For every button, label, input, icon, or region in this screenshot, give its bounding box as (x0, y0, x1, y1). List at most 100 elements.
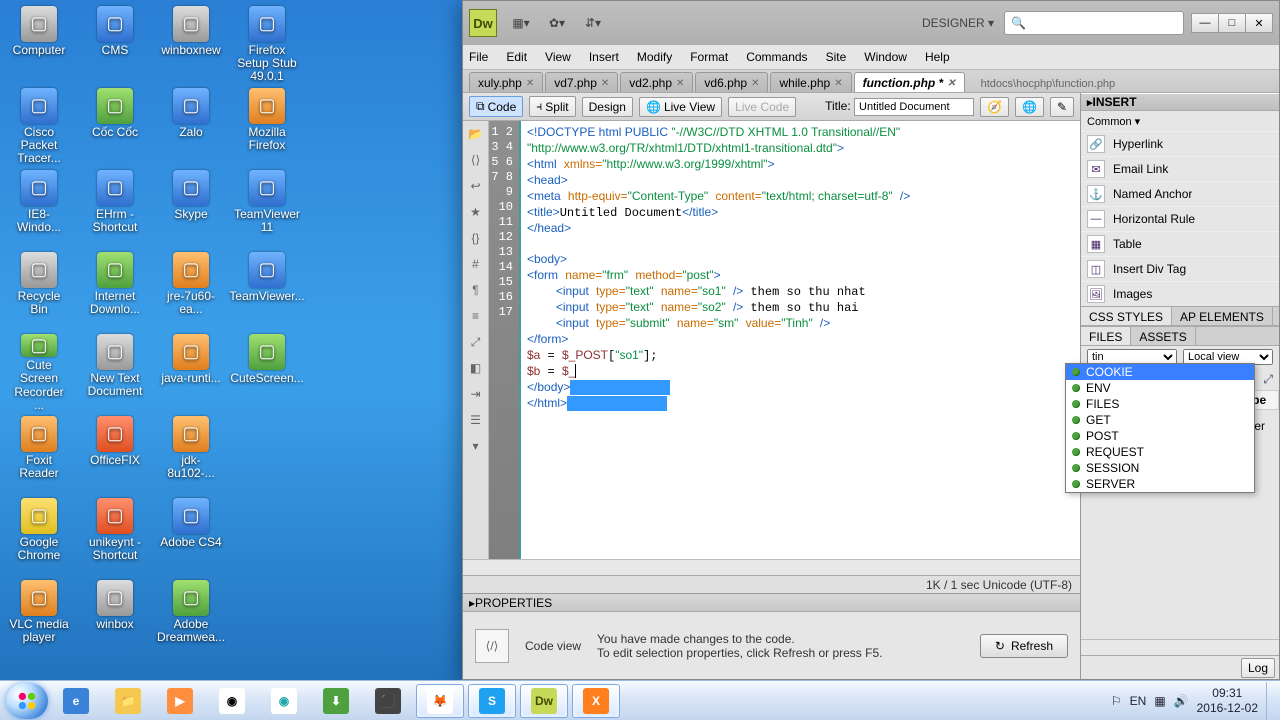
tool-hash-icon[interactable]: # (467, 255, 485, 273)
desktop-icon[interactable]: ▢Cute Screen Recorder ... (8, 334, 70, 412)
taskbar-idm[interactable]: ⬇ (312, 684, 360, 718)
document-tab[interactable]: while.php✕ (770, 72, 851, 92)
tool-indent-icon[interactable]: ⇥ (467, 385, 485, 403)
desktop-icon[interactable]: ▢Mozilla Firefox (236, 88, 298, 166)
tab-close-icon[interactable]: ✕ (526, 78, 534, 89)
menu-edit[interactable]: Edit (506, 50, 527, 64)
autocomplete-item[interactable]: REQUEST (1066, 444, 1254, 460)
menu-site[interactable]: Site (826, 50, 847, 64)
desktop-icon[interactable]: ▢winboxnew (160, 6, 222, 84)
insert-item[interactable]: ▦Table (1081, 231, 1279, 256)
desktop-icon[interactable]: ▢Recycle Bin (8, 252, 70, 330)
code-editor[interactable]: <!DOCTYPE html PUBLIC "-//W3C//DTD XHTML… (521, 121, 1080, 559)
menu-view[interactable]: View (545, 50, 571, 64)
title-input[interactable] (854, 98, 974, 116)
autocomplete-item[interactable]: GET (1066, 412, 1254, 428)
insert-item[interactable]: ⚓Named Anchor (1081, 181, 1279, 206)
clock[interactable]: 09:31 2016-12-02 (1197, 686, 1258, 715)
autocomplete-item[interactable]: FILES (1066, 396, 1254, 412)
document-tab[interactable]: vd6.php✕ (695, 72, 768, 92)
taskbar-xampp[interactable]: X (572, 684, 620, 718)
desktop-icon[interactable]: ▢TeamViewer... (236, 252, 298, 330)
titlebar[interactable]: Dw ▦▾ ✿▾ ⇵▾ DESIGNER ▾ 🔍 — □ ✕ (463, 1, 1279, 45)
taskbar-app1[interactable]: ⬛ (364, 684, 412, 718)
minimize-button[interactable]: — (1191, 13, 1219, 33)
autocomplete-item[interactable]: SESSION (1066, 460, 1254, 476)
desktop-icon[interactable]: ▢IE8-Windo... (8, 170, 70, 248)
tray-flag-icon[interactable]: ⚐ (1111, 694, 1122, 708)
desktop-icon[interactable]: ▢Cốc Cốc (84, 88, 146, 166)
taskbar-firefox[interactable]: 🦊 (416, 684, 464, 718)
menu-help[interactable]: Help (925, 50, 950, 64)
desktop-icon[interactable]: ▢Adobe Dreamwea... (160, 580, 222, 658)
document-tab[interactable]: vd2.php✕ (620, 72, 693, 92)
desktop-icon[interactable]: ▢Adobe CS4 (160, 498, 222, 576)
start-button[interactable] (6, 683, 48, 719)
desktop-icon[interactable]: ▢Foxit Reader (8, 416, 70, 494)
tab-close-icon[interactable]: ✕ (834, 78, 842, 89)
tab-close-icon[interactable]: ✕ (676, 78, 684, 89)
taskbar-explorer[interactable]: 📁 (104, 684, 152, 718)
document-tab[interactable]: vd7.php✕ (545, 72, 618, 92)
menu-format[interactable]: Format (690, 50, 728, 64)
desktop-icon[interactable]: ▢Zalo (160, 88, 222, 166)
tool-icon-1[interactable]: 🧭 (980, 97, 1009, 117)
tool-comment-icon[interactable]: ¶ (467, 281, 485, 299)
workspace-switcher[interactable]: DESIGNER ▾ (912, 12, 1004, 34)
tool-expand-icon[interactable]: ⤢ (467, 333, 485, 351)
autocomplete-popup[interactable]: COOKIEENVFILESGETPOSTREQUESTSESSIONSERVE… (1065, 363, 1255, 493)
insert-item[interactable]: —Horizontal Rule (1081, 206, 1279, 231)
insert-category[interactable]: Common ▾ (1081, 111, 1279, 131)
log-button[interactable]: Log (1241, 658, 1275, 678)
live-view-button[interactable]: 🌐Live View (639, 97, 722, 117)
tab-assets[interactable]: ASSETS (1131, 327, 1195, 345)
tool-icon-3[interactable]: ✎ (1050, 97, 1074, 117)
maximize-button[interactable]: □ (1218, 13, 1246, 33)
horizontal-scrollbar[interactable] (463, 559, 1080, 575)
tool-highlight-icon[interactable]: ◧ (467, 359, 485, 377)
tab-close-icon[interactable]: ✕ (751, 78, 759, 89)
tab-ap-elements[interactable]: AP ELEMENTS (1172, 307, 1273, 325)
insert-item[interactable]: ✉Email Link (1081, 156, 1279, 181)
tool-star-icon[interactable]: ★ (467, 203, 485, 221)
tool-open-icon[interactable]: 📂 (467, 125, 485, 143)
gear-icon[interactable]: ✿▾ (545, 16, 569, 30)
desktop-icon[interactable]: ▢java-runti... (160, 334, 222, 412)
tab-close-icon[interactable]: ✕ (601, 78, 609, 89)
desktop-icon[interactable]: ▢TeamViewer 11 (236, 170, 298, 248)
tool-collapse-icon[interactable]: ≡ (467, 307, 485, 325)
tab-close-icon[interactable]: ✕ (947, 78, 955, 89)
tool-wrap-icon[interactable]: ↩ (467, 177, 485, 195)
taskbar-chrome[interactable]: ◉ (208, 684, 256, 718)
menu-insert[interactable]: Insert (589, 50, 619, 64)
close-button[interactable]: ✕ (1245, 13, 1273, 33)
properties-header[interactable]: PROPERTIES (475, 596, 552, 610)
insert-item[interactable]: 🔗Hyperlink (1081, 131, 1279, 156)
menu-commands[interactable]: Commands (746, 50, 807, 64)
document-tab[interactable]: function.php *✕ (854, 72, 965, 92)
code-view-button[interactable]: ⧉Code (469, 96, 523, 117)
split-view-button[interactable]: ⫞Split (529, 96, 575, 117)
desktop-icon[interactable]: ▢Firefox Setup Stub 49.0.1 (236, 6, 298, 84)
design-view-button[interactable]: Design (582, 97, 633, 117)
desktop-icon[interactable]: ▢OfficeFIX (84, 416, 146, 494)
expand-icon[interactable]: ⤢ (1263, 372, 1273, 387)
sitemap-icon[interactable]: ⇵▾ (581, 16, 605, 30)
menu-window[interactable]: Window (864, 50, 907, 64)
tool-brace-icon[interactable]: {} (467, 229, 485, 247)
tab-css-styles[interactable]: CSS STYLES (1081, 307, 1172, 325)
desktop-icon[interactable]: ▢CuteScreen... (236, 334, 298, 412)
desktop-icon[interactable]: ▢unikeynt - Shortcut (84, 498, 146, 576)
desktop-icon[interactable]: ▢Google Chrome (8, 498, 70, 576)
show-desktop-button[interactable] (1266, 682, 1274, 720)
search-input[interactable]: 🔍 (1004, 11, 1184, 35)
taskbar-dreamweaver[interactable]: Dw (520, 684, 568, 718)
tool-tag-icon[interactable]: ⟨⟩ (467, 151, 485, 169)
files-scrollbar[interactable] (1081, 639, 1279, 655)
desktop-icon[interactable]: ▢VLC media player (8, 580, 70, 658)
insert-panel-header[interactable]: ▸ INSERT (1081, 93, 1279, 111)
desktop-icon[interactable]: ▢EHrm - Shortcut (84, 170, 146, 248)
layout-icon[interactable]: ▦▾ (509, 16, 533, 30)
desktop-icon[interactable]: ▢Internet Downlo... (84, 252, 146, 330)
taskbar-wmp[interactable]: ▶ (156, 684, 204, 718)
